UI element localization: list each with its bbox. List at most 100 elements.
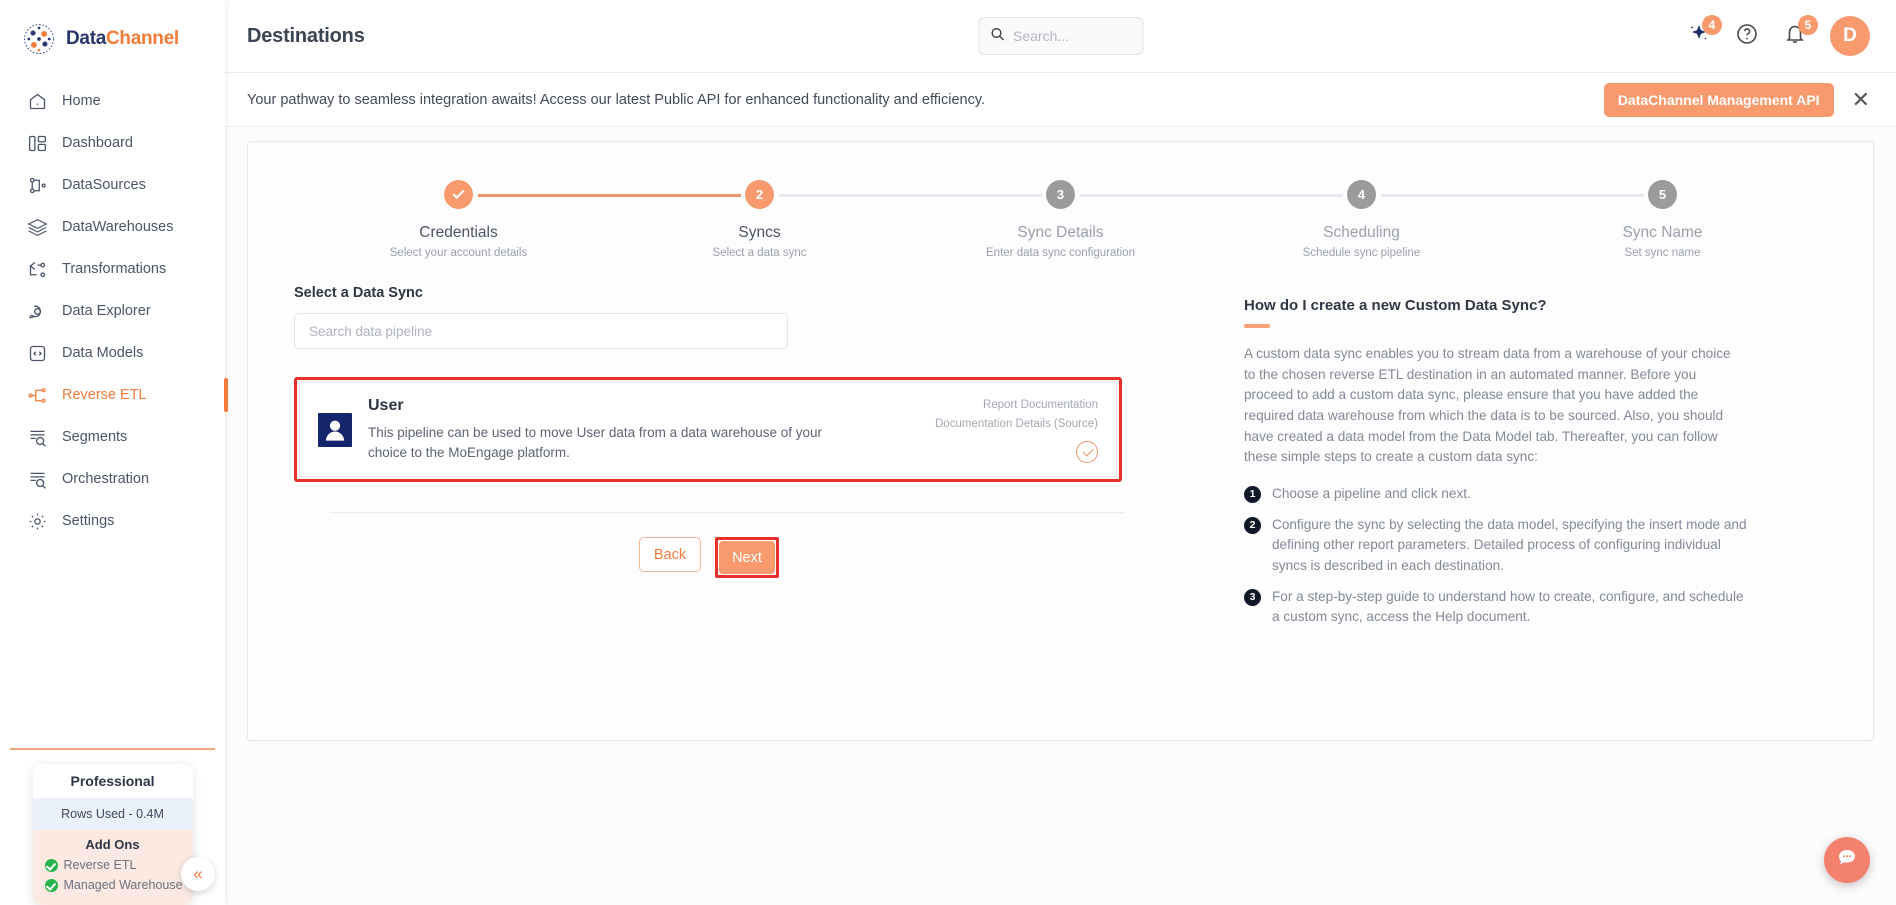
help-circle-icon xyxy=(1735,22,1759,51)
next-button-highlight: Next xyxy=(715,537,779,578)
step-connector xyxy=(910,194,1042,197)
search-icon xyxy=(989,26,1005,47)
chat-support-button[interactable] xyxy=(1824,837,1870,883)
help-step-number: 1 xyxy=(1244,485,1261,503)
sidebar-item-label: Home xyxy=(62,93,101,109)
pipeline-card-user[interactable]: User This pipeline can be used to move U… xyxy=(299,382,1117,477)
section-title: Select a Data Sync xyxy=(294,285,423,301)
help-step-item: 3 For a step-by-step guide to understand… xyxy=(1244,587,1837,628)
banner-text: Your pathway to seamless integration awa… xyxy=(247,91,986,108)
step-subtitle: Select a data sync xyxy=(712,247,807,259)
sidebar-item-datasources[interactable]: DataSources xyxy=(0,164,225,206)
brand-name-part2: Channel xyxy=(105,28,179,49)
sidebar-collapse-button[interactable]: « xyxy=(181,857,215,891)
chat-bubble-icon xyxy=(1835,846,1859,875)
ai-assistant-button[interactable]: 4 xyxy=(1686,15,1722,49)
step-subtitle: Set sync name xyxy=(1624,247,1701,259)
sidebar-item-label: Data Models xyxy=(62,345,144,361)
next-button[interactable]: Next xyxy=(719,541,775,574)
help-rule xyxy=(1244,324,1270,328)
step-subtitle: Select your account details xyxy=(389,247,528,259)
user-avatar-icon xyxy=(318,412,352,447)
sidebar-item-orchestration[interactable]: Orchestration xyxy=(0,458,225,500)
step-label: Sync Details xyxy=(1017,224,1104,241)
help-step-number: 2 xyxy=(1244,516,1261,534)
search-input[interactable] xyxy=(1013,28,1132,44)
sidebar-item-datawarehouses[interactable]: DataWarehouses xyxy=(0,206,225,248)
step-circle xyxy=(444,180,473,209)
brand[interactable]: DataChannel xyxy=(0,0,225,74)
notifications-button[interactable]: 5 xyxy=(1782,15,1818,49)
global-search[interactable] xyxy=(978,17,1143,55)
step-label: Credentials xyxy=(419,224,498,241)
step-sync-name[interactable]: 5 Sync Name Set sync name xyxy=(1512,180,1813,259)
sidebar-item-data-explorer[interactable]: Data Explorer xyxy=(0,290,225,332)
sidebar-item-label: Settings xyxy=(62,513,115,529)
datasources-icon xyxy=(26,174,48,196)
settings-gear-icon xyxy=(26,510,48,532)
check-circle-icon xyxy=(44,878,58,892)
avatar[interactable]: D xyxy=(1830,16,1870,56)
banner-actions: DataChannel Management API ✕ xyxy=(1603,82,1870,117)
pipeline-description: This pipeline can be used to move User d… xyxy=(368,424,823,460)
step-connector xyxy=(778,194,910,197)
help-panel: How do I create a new Custom Data Sync? … xyxy=(1244,285,1837,638)
brand-name-part1: Data xyxy=(66,28,106,49)
help-body: A custom data sync enables you to stream… xyxy=(1244,346,1731,465)
step-connector xyxy=(1380,194,1512,197)
step-sync-details[interactable]: 3 Sync Details Enter data sync configura… xyxy=(910,180,1211,259)
plan-title: Professional xyxy=(32,764,193,798)
sidebar-item-data-models[interactable]: Data Models xyxy=(0,332,225,374)
step-connector xyxy=(1512,194,1644,197)
notifications-badge: 5 xyxy=(1798,15,1818,35)
back-button[interactable]: Back xyxy=(639,537,701,572)
sidebar-item-label: Data Explorer xyxy=(62,303,151,319)
check-icon xyxy=(452,186,465,200)
sidebar-item-label: Reverse ETL xyxy=(62,387,147,403)
ai-assistant-badge: 4 xyxy=(1702,15,1722,35)
pipeline-search-input[interactable] xyxy=(294,313,788,349)
sidebar-item-label: DataWarehouses xyxy=(62,219,174,235)
help-button[interactable] xyxy=(1734,23,1760,49)
sidebar-item-segments[interactable]: Segments xyxy=(0,416,225,458)
help-step-number: 3 xyxy=(1244,588,1261,606)
sidebar-item-reverse-etl[interactable]: Reverse ETL xyxy=(0,374,228,416)
plan-addons-list: Reverse ETL Managed Warehouse xyxy=(32,855,193,905)
wizard-actions: Back Next xyxy=(294,537,1124,578)
main-area: Destinations 4 xyxy=(225,0,1896,905)
sidebar-item-home[interactable]: Home xyxy=(0,80,225,122)
step-label: Sync Name xyxy=(1622,224,1703,241)
step-credentials[interactable]: Credentials Select your account details xyxy=(308,180,609,259)
sidebar-item-settings[interactable]: Settings xyxy=(0,500,225,542)
management-api-button[interactable]: DataChannel Management API xyxy=(1603,82,1834,117)
sidebar-item-label: Segments xyxy=(62,429,128,445)
step-syncs[interactable]: 2 Syncs Select a data sync xyxy=(609,180,910,259)
wizard-card: Credentials Select your account details … xyxy=(247,141,1874,741)
report-documentation-link[interactable]: Report Documentation xyxy=(935,396,1098,414)
sidebar-item-label: Orchestration xyxy=(62,471,150,487)
step-connector xyxy=(1211,194,1343,197)
pipeline-meta: Report Documentation Documentation Detai… xyxy=(935,396,1098,463)
sidebar-item-dashboard[interactable]: Dashboard xyxy=(0,122,225,164)
help-title: How do I create a new Custom Data Sync? xyxy=(1244,297,1547,314)
step-scheduling[interactable]: 4 Scheduling Schedule sync pipeline xyxy=(1211,180,1512,259)
plan-addon-item: Managed Warehouse xyxy=(44,875,193,895)
pipeline-card-highlight: User This pipeline can be used to move U… xyxy=(294,377,1122,482)
plan-addon-label: Reverse ETL xyxy=(63,858,137,872)
wizard-stepper: Credentials Select your account details … xyxy=(248,142,1873,259)
brand-name: DataChannel xyxy=(66,28,179,50)
datachannel-logo-icon xyxy=(22,22,56,56)
pipeline-title: User xyxy=(368,396,404,414)
help-step-text: Configure the sync by selecting the data… xyxy=(1272,516,1747,573)
plan-divider xyxy=(10,748,215,750)
close-icon[interactable]: ✕ xyxy=(1852,88,1870,111)
step-label: Syncs xyxy=(738,224,781,241)
home-icon xyxy=(26,90,48,112)
help-step-item: 1 Choose a pipeline and click next. xyxy=(1244,484,1837,505)
top-bar-actions: 4 5 D xyxy=(1686,15,1870,56)
documentation-details-link[interactable]: Documentation Details (Source) xyxy=(935,415,1098,433)
page-title: Destinations xyxy=(247,24,365,47)
step-subtitle: Schedule sync pipeline xyxy=(1302,247,1421,259)
sidebar-item-transformations[interactable]: Transformations xyxy=(0,248,225,290)
